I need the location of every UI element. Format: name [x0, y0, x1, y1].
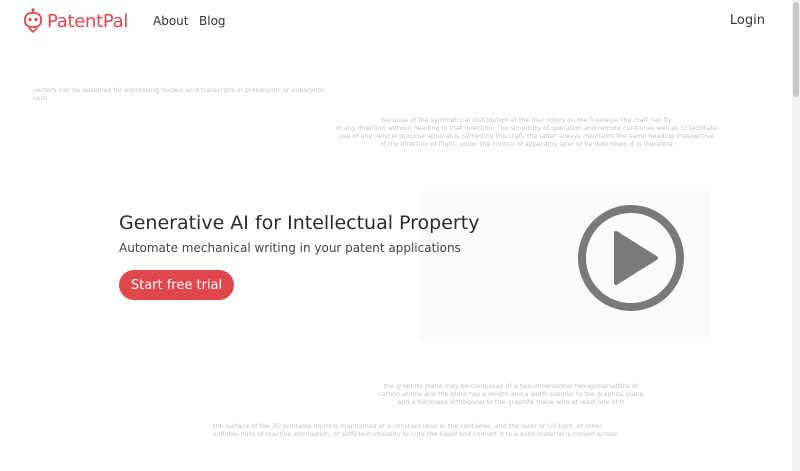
hero-title: Generative AI for Intellectual Property: [119, 212, 480, 234]
background-text-2: because of the symmetrical distribution …: [336, 116, 717, 148]
background-text-3: the graphite plane may be composed of a …: [378, 382, 644, 406]
play-icon[interactable]: [576, 203, 686, 313]
login-link[interactable]: Login: [730, 13, 765, 28]
background-text-4: the surface of the 3D printable liquid i…: [213, 422, 618, 438]
nav-link-blog[interactable]: Blog: [199, 14, 226, 28]
brand-name: PatentPal: [47, 10, 129, 32]
scrollbar-thumb[interactable]: [793, 2, 799, 97]
scrollbar[interactable]: [792, 0, 800, 471]
brand-logo[interactable]: PatentPal: [23, 8, 128, 34]
background-text-1: vectors can be designed for expressing n…: [33, 86, 326, 102]
top-nav: PatentPal About Blog Login: [0, 0, 792, 44]
nav-link-about[interactable]: About: [153, 14, 188, 28]
robot-head-icon: [24, 8, 42, 34]
hero-subtitle: Automate mechanical writing in your pate…: [119, 241, 461, 255]
start-free-trial-button[interactable]: Start free trial: [119, 270, 234, 300]
